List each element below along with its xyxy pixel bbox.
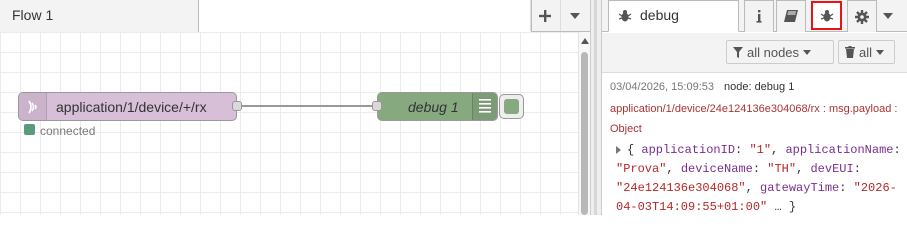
message-topic: application/1/device/24e124136e304068/rx… (610, 103, 898, 135)
tab-config[interactable] (847, 0, 877, 32)
tab-bar-filler (198, 0, 532, 32)
book-icon (784, 10, 798, 22)
expand-caret-icon[interactable] (616, 145, 621, 154)
debug-message-list[interactable]: 03/04/2026, 15:09:53 node: debug 1 applic… (602, 74, 907, 215)
tab-flow-label: Flow 1 (12, 7, 54, 23)
debug-node[interactable]: debug 1 (377, 92, 498, 121)
debug-toggle-indicator (504, 99, 519, 114)
flow-list-menu-button[interactable] (560, 0, 588, 31)
message-payload[interactable]: { applicationID: "1", applicationName: "P… (616, 141, 907, 215)
scroll-thumb[interactable] (581, 52, 588, 215)
payload-value: "1" (749, 143, 772, 157)
info-icon (756, 10, 762, 23)
mqtt-node-icon-box (19, 93, 47, 120)
flow-canvas[interactable]: application/1/device/+/rx connected debu… (0, 32, 578, 215)
add-flow-button[interactable] (530, 0, 558, 31)
canvas-scrollbar[interactable] (578, 32, 590, 215)
bug-icon (820, 9, 833, 21)
trash-icon (845, 46, 855, 58)
tab-debug-label: debug (640, 7, 679, 23)
payload-value: "TH" (767, 162, 797, 176)
sidebar-separator[interactable] (590, 0, 602, 215)
status-indicator (24, 124, 35, 135)
message-node-link[interactable]: node: debug 1 (724, 81, 794, 93)
sidebar-tabbar: debug (602, 0, 907, 32)
debug-input-port[interactable] (372, 101, 382, 111)
debug-node-label: debug 1 (408, 99, 459, 115)
gear-icon (855, 9, 869, 24)
node-status-text: connected (40, 124, 96, 138)
payload-key: applicationName (785, 143, 894, 157)
payload-value: "24e124136e304068" (616, 181, 746, 195)
caret-down-icon (569, 12, 580, 19)
debug-toolbar: all nodes all (602, 33, 907, 73)
mqtt-node-label: application/1/device/+/rx (56, 99, 207, 115)
debug-node-icon-box (472, 93, 497, 120)
tab-info[interactable] (744, 0, 774, 32)
payload-key: deviceName (680, 162, 753, 176)
plus-icon (538, 9, 551, 22)
payload-ellipsis: … (774, 200, 782, 214)
payload-key: gatewayTime (760, 181, 840, 195)
clear-messages-button[interactable]: all (838, 40, 895, 64)
tab-flow-1[interactable]: Flow 1 (0, 0, 198, 32)
caret-down-icon (883, 13, 893, 19)
payload-key: devEUI (810, 162, 854, 176)
sidebar: debug all nodes all 03/04/2026, 15:09:53… (602, 0, 907, 215)
caret-down-icon (876, 49, 885, 55)
tab-help[interactable] (776, 0, 806, 32)
clear-label: all (859, 44, 873, 60)
bug-icon (618, 10, 632, 22)
payload-key: applicationID (641, 143, 736, 157)
caret-down-icon (803, 49, 812, 55)
mqtt-output-port[interactable] (232, 101, 242, 111)
sidebar-menu-button[interactable] (876, 0, 900, 32)
debug-message-meta: 03/04/2026, 15:09:53 node: debug 1 (610, 81, 794, 93)
debug-node-toggle-button[interactable] (499, 94, 524, 119)
filter-nodes-button[interactable]: all nodes (726, 40, 834, 64)
payload-value: "Prova" (616, 162, 667, 176)
filter-icon (733, 46, 743, 58)
message-timestamp: 03/04/2026, 15:09:53 (610, 81, 714, 93)
tab-debug[interactable]: debug (608, 0, 739, 32)
tab-debug-messages[interactable] (811, 1, 842, 30)
node-wire[interactable] (242, 105, 378, 107)
mqtt-signal-icon (28, 100, 37, 114)
mqtt-in-node[interactable]: application/1/device/+/rx (18, 92, 237, 121)
workspace-tabbar: Flow 1 (0, 0, 590, 32)
list-icon (479, 99, 491, 113)
filter-nodes-label: all nodes (747, 44, 800, 60)
